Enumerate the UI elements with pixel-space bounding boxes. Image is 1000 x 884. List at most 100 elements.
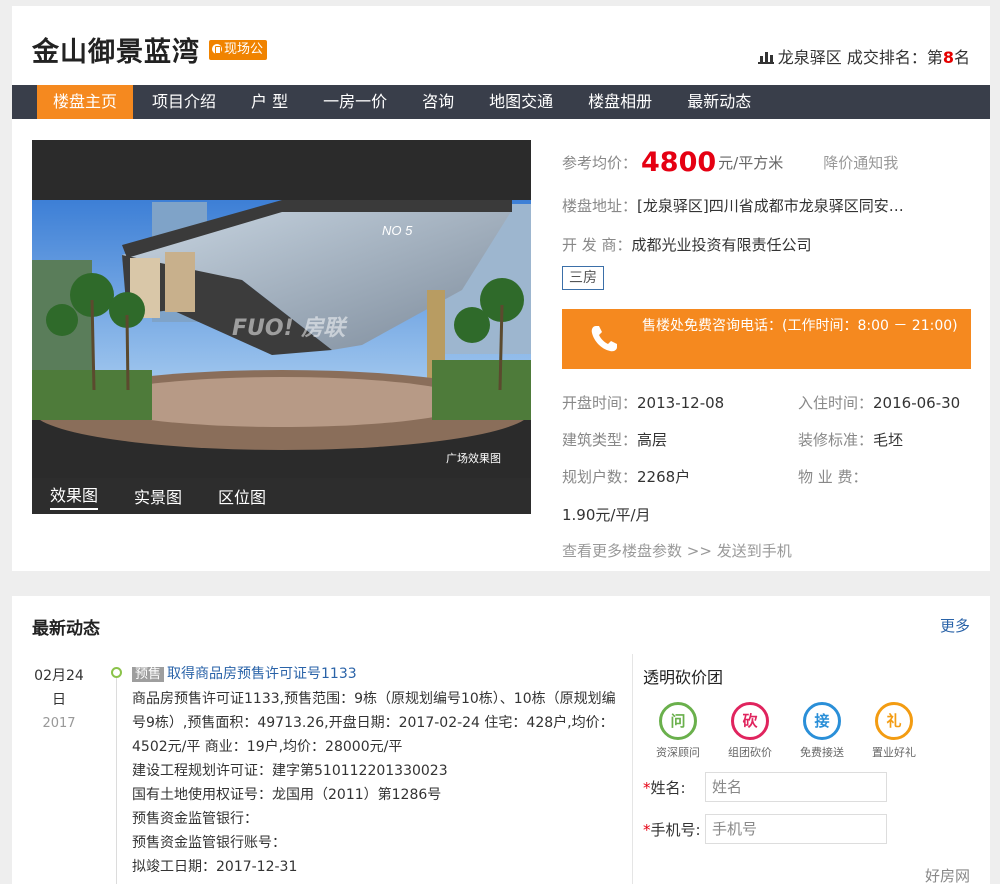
price-value: 4800 — [641, 147, 717, 178]
main-nav: 楼盘主页 项目介绍 户 型 一房一价 咨询 地图交通 楼盘相册 最新动态 — [12, 85, 990, 119]
name-input[interactable] — [705, 772, 887, 802]
move-in-row: 入住时间：2016-06-30 — [798, 392, 960, 413]
nav-layouts[interactable]: 户 型 — [235, 85, 304, 119]
property-fee-row: 物 业 费： — [798, 466, 868, 487]
bargain-team-panel: 透明砍价团 问 资深顾问 砍 组团砍价 接 免费接送 礼 置业好礼 *姓名: 姓… — [632, 654, 982, 884]
required-mark: * — [643, 778, 651, 797]
hotline-text: 售楼处免费咨询电话：(工作时间：8:00 － 21:00) — [642, 318, 958, 334]
service-label: 资深顾问 — [656, 746, 700, 759]
move-in-value: 2016-06-30 — [873, 394, 961, 412]
developer-value: 成都光业投资有限责任公司 — [631, 236, 812, 254]
news-item: 预售 取得商品房预售许可证号1133 商品房预售许可证1133,预售范围：9栋（原… — [132, 662, 622, 879]
nav-intro[interactable]: 项目介绍 — [136, 85, 232, 119]
consult-icon: 问 — [659, 702, 697, 740]
news-line: 预售资金监管银行： — [132, 811, 258, 827]
gallery-tabs: 效果图 实景图 区位图 — [32, 478, 531, 514]
news-date-year: 2017 — [42, 716, 76, 731]
price-row: 参考均价： 4800 元/平方米 降价通知我 — [562, 147, 898, 178]
building-type-value: 高层 — [637, 431, 668, 449]
phone-row: *手机号: — [643, 814, 982, 844]
shuttle-icon: 接 — [803, 702, 841, 740]
service-shuttle[interactable]: 接 免费接送 — [787, 702, 857, 760]
open-date-row: 开盘时间：2013-12-08 — [562, 392, 724, 413]
svg-text:NO 5: NO 5 — [382, 223, 413, 238]
nav-consult[interactable]: 咨询 — [406, 85, 470, 119]
nav-price-list[interactable]: 一房一价 — [307, 85, 403, 119]
deal-rank: 龙泉驿区 成交排名：第8名 — [757, 44, 970, 68]
price-drop-notify-link[interactable]: 降价通知我 — [823, 154, 898, 172]
decoration-label: 装修标准： — [798, 431, 874, 449]
developer-row: 开 发 商：成都光业投资有限责任公司 — [562, 234, 812, 255]
nav-news[interactable]: 最新动态 — [671, 85, 767, 119]
property-fee-label: 物 业 费： — [798, 468, 868, 486]
rank-value: 8 — [942, 48, 954, 67]
project-title: 金山御景蓝湾 — [32, 37, 200, 68]
more-params-link[interactable]: 查看更多楼盘参数 — [562, 542, 682, 560]
news-card: 最新动态 更多 02月24 日 2017 预售 取得商品房预售许可证号1133 商… — [12, 596, 990, 884]
households-row: 规划户数：2268户 — [562, 466, 690, 487]
rank-suffix: 名 — [953, 48, 970, 67]
send-to-phone-link[interactable]: 发送到手机 — [717, 542, 792, 560]
news-date: 02月24 日 2017 — [34, 664, 84, 736]
news-line: 预售资金监管银行账号： — [132, 835, 286, 851]
price-unit: 元/平方米 — [718, 154, 784, 172]
phone-label: 手机号: — [650, 820, 701, 839]
tab-real-photo[interactable]: 实景图 — [134, 484, 182, 508]
news-headline-link[interactable]: 取得商品房预售许可证号1133 — [167, 666, 357, 682]
bargain-icon: 砍 — [731, 702, 769, 740]
tab-location[interactable]: 区位图 — [218, 484, 266, 508]
service-icons: 问 资深顾问 砍 组团砍价 接 免费接送 礼 置业好礼 — [643, 702, 982, 760]
news-line: 建设工程规划许可证：建字第510112201330023 — [132, 763, 448, 779]
property-fee-value: 1.90元/平/月 — [562, 506, 651, 524]
news-line: 国有土地使用权证号：龙国用（2011）第1286号 — [132, 787, 442, 803]
phone-input[interactable] — [705, 814, 887, 844]
news-more-link[interactable]: 更多 — [940, 615, 970, 636]
building-type-label: 建筑类型： — [562, 431, 638, 449]
tab-rendering[interactable]: 效果图 — [50, 482, 99, 510]
move-in-label: 入住时间： — [798, 394, 874, 412]
news-line: 商品房预售许可证1133,预售范围：9栋（原规划编号10栋）、10栋（原规划编号… — [132, 691, 616, 755]
news-line: 拟竣工日期：2017-12-31 — [132, 859, 298, 875]
name-label: 姓名: — [650, 778, 686, 797]
decoration-value: 毛坯 — [873, 431, 904, 449]
building-type-row: 建筑类型：高层 — [562, 429, 667, 450]
onsite-badge[interactable]: 现场公 — [209, 40, 268, 60]
phone-icon — [591, 326, 617, 352]
service-bargain[interactable]: 砍 组团砍价 — [715, 702, 785, 760]
timeline-line — [116, 668, 117, 884]
room-tag[interactable]: 三房 — [562, 266, 604, 290]
price-label: 参考均价： — [562, 154, 638, 172]
households-value: 2268户 — [637, 468, 691, 486]
news-date-day: 日 — [52, 692, 66, 708]
address-value[interactable]: [龙泉驿区]四川省成都市龙泉驿区同安… — [637, 197, 904, 215]
developer-label: 开 发 商： — [562, 236, 632, 254]
more-params-row: 查看更多楼盘参数 >> 发送到手机 — [562, 540, 792, 561]
project-photo[interactable]: NO 5 FUO! 房联 广场效果图 效果图 实景图 区位图 — [32, 140, 531, 514]
rendering-image: NO 5 — [32, 140, 531, 478]
address-row: 楼盘地址：[龙泉驿区]四川省成都市龙泉驿区同安… — [562, 195, 982, 216]
phone-label-wrap: *手机号: — [643, 819, 705, 840]
news-date-md: 02月24 — [34, 668, 84, 684]
open-date-label: 开盘时间： — [562, 394, 638, 412]
badge-icon — [212, 44, 222, 54]
hotline-box[interactable]: 售楼处免费咨询电话：(工作时间：8:00 － 21:00) — [562, 309, 971, 369]
households-label: 规划户数： — [562, 468, 638, 486]
service-consult[interactable]: 问 资深顾问 — [643, 702, 713, 760]
nav-home[interactable]: 楼盘主页 — [37, 85, 134, 119]
gift-icon: 礼 — [875, 702, 913, 740]
decoration-row: 装修标准：毛坯 — [798, 429, 903, 450]
site-logo: 好房网 — [924, 867, 970, 884]
project-card: 金山御景蓝湾 现场公 龙泉驿区 成交排名：第8名 楼盘主页 项目介绍 户 型 一… — [12, 6, 990, 571]
name-label-wrap: *姓名: — [643, 777, 705, 798]
name-row: *姓名: — [643, 772, 982, 802]
open-date-value: 2013-12-08 — [637, 394, 725, 412]
required-mark: * — [643, 820, 651, 839]
district-label: 龙泉驿区 — [777, 48, 842, 67]
badge-label: 现场公 — [224, 42, 264, 57]
arrow-icon: >> — [686, 542, 712, 560]
service-label: 置业好礼 — [872, 746, 916, 759]
nav-album[interactable]: 楼盘相册 — [572, 85, 668, 119]
nav-map[interactable]: 地图交通 — [473, 85, 569, 119]
bar-chart-icon — [757, 51, 774, 64]
service-gift[interactable]: 礼 置业好礼 — [859, 702, 929, 760]
